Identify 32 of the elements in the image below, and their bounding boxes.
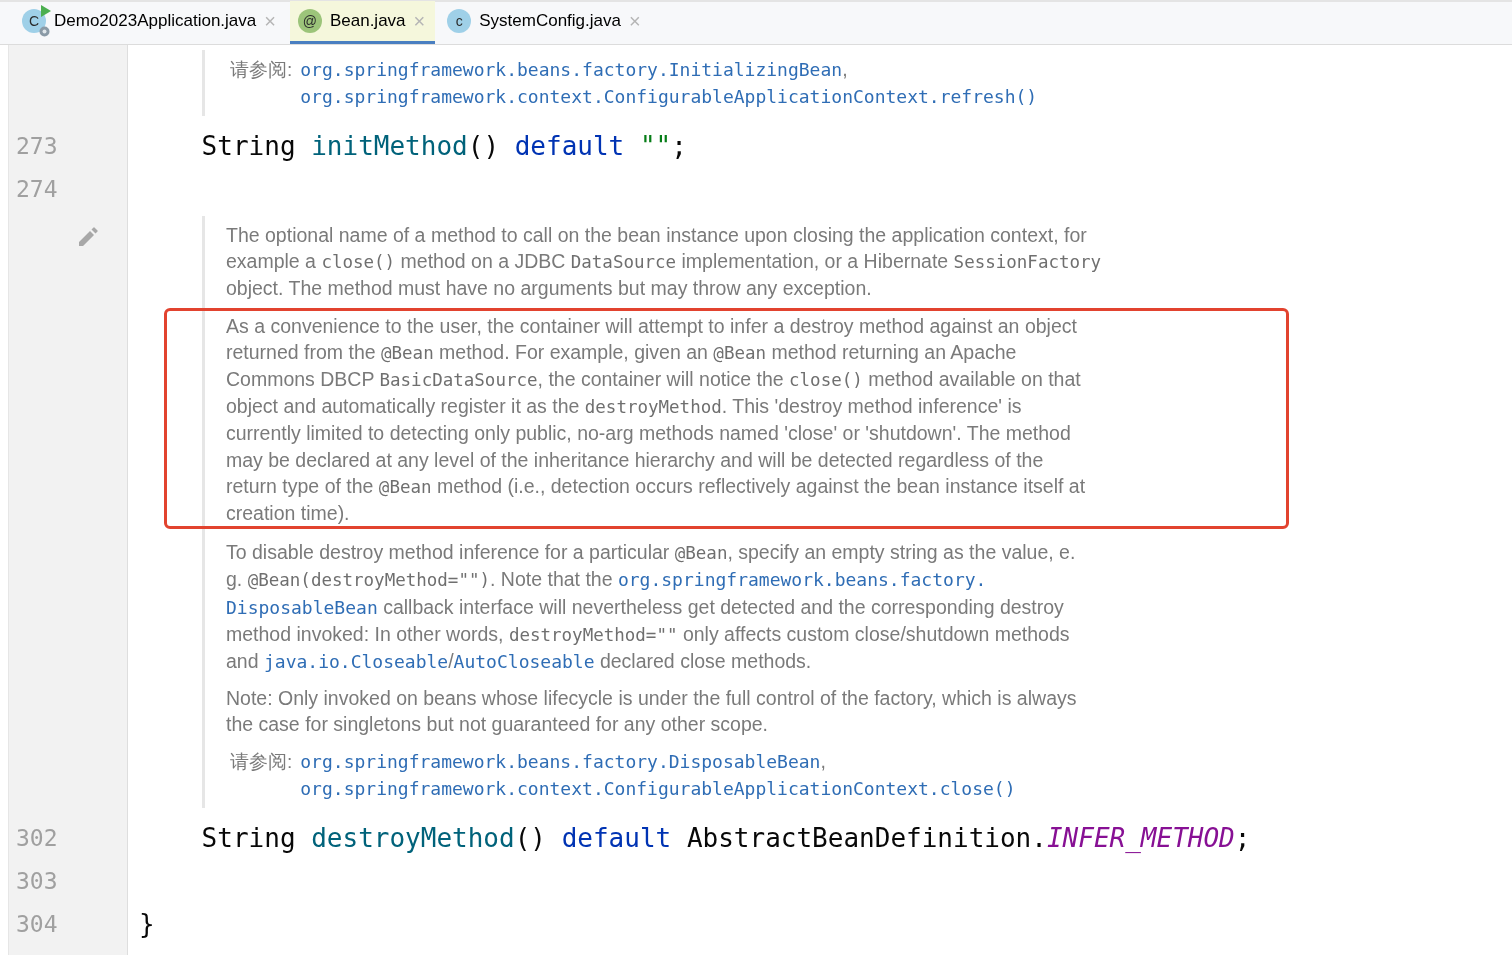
run-icon bbox=[40, 5, 52, 17]
file-tab[interactable]: @ Bean.java × bbox=[289, 1, 436, 44]
doc-link[interactable]: AutoCloseable bbox=[453, 651, 595, 673]
doc-link[interactable]: java.io.Closeable bbox=[263, 651, 449, 673]
file-tab[interactable]: c SystemConfig.java × bbox=[439, 1, 651, 44]
see-also-label: 请参阅: bbox=[230, 749, 293, 774]
doc-link[interactable]: org.springframework.beans.factory. bbox=[617, 569, 987, 591]
doc-paragraph: Note: Only invoked on beans whose lifecycle is under the full control of the factory, which is always the case for singletons but not guaranteed for any other scope. bbox=[226, 686, 1078, 738]
line-number: 304 bbox=[15, 909, 59, 939]
code-line: } bbox=[138, 907, 156, 941]
line-number: 303 bbox=[15, 866, 59, 896]
file-tab[interactable]: C Demo2023Application.java × bbox=[14, 1, 286, 44]
code-line: String destroyMethod() default AbstractBeanDefinition.INFER_METHOD; bbox=[200, 821, 1252, 855]
see-also-label: 请参阅: bbox=[230, 58, 293, 82]
doc-link[interactable]: org.springframework.context.ConfigurableApplicationContext.refresh() bbox=[300, 86, 1038, 107]
code-line: String initMethod() default ""; bbox=[200, 130, 688, 163]
separator-text: , bbox=[842, 58, 848, 80]
doc-paragraph: The optional name of a method to call on the bean instance upon closing the application context, for example a close() method on a JDBC DataSource implementation, or a Hibernate SessionFactory object. The method must have no arguments but may throw any exception. bbox=[226, 223, 1103, 302]
doc-paragraph: To disable destroy method inference for a particular @Bean, specify an empty string as the value, e. g. @Bean(destroyMethod=""). Note that the org.springframework.beans.factory. DisposableBean callback interface will nevertheless get detected and the corresponding destroy method invoked: In other words, destroyMethod="" only affects custom close/shutdown methods and java.io.Closeable/AutoCloseable declared close methods. bbox=[226, 540, 1077, 675]
file-type-icon: @ bbox=[297, 9, 322, 33]
doc-link[interactable]: org.springframework.beans.factory.DisposableBean bbox=[300, 750, 821, 772]
gear-icon bbox=[38, 25, 51, 38]
line-number: 273 bbox=[15, 132, 59, 161]
doc-link[interactable]: org.springframework.context.ConfigurableApplicationContext.close() bbox=[300, 777, 1016, 799]
doc-paragraph: As a convenience to the user, the container will attempt to infer a destroy method against an object returned from the @Bean method. For example, given an @Bean method returning an Apache Commons DBCP BasicDataSource, the container will notice the close() method available on that object and automatically register it as the destroyMethod. This 'destroy method inference' is currently limited to detecting only public, no-arg methods named 'close' or 'shutdown'. The method may be declared at any level of the inheritance hierarchy and will be detected regardless of the return type of the @Bean method (i.e., detection occurs reflectively against the bean instance itself at creation time). bbox=[226, 313, 1087, 527]
file-type-icon: c bbox=[447, 9, 472, 33]
line-number: 274 bbox=[15, 175, 59, 204]
separator-text: , bbox=[820, 749, 826, 772]
pencil-icon[interactable] bbox=[76, 225, 100, 249]
doc-link[interactable]: org.springframework.beans.factory.InitializingBean bbox=[300, 59, 843, 80]
line-number: 302 bbox=[15, 823, 59, 853]
doc-link[interactable]: DisposableBean bbox=[226, 596, 378, 618]
